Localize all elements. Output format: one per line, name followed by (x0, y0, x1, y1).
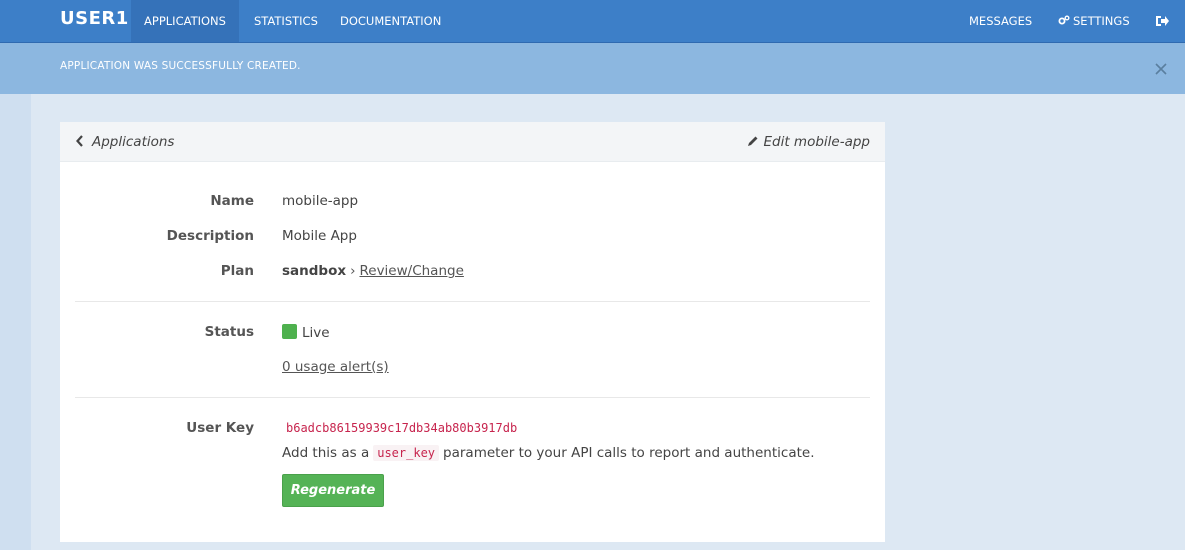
usage-alerts-link[interactable]: 0 usage alert(s) (282, 359, 389, 375)
regenerate-button[interactable]: Regenerate (282, 474, 384, 507)
nav-item-statistics[interactable]: Statistics (254, 0, 318, 42)
pencil-icon (748, 136, 758, 146)
plan-value-row: sandbox › Review/Change (282, 263, 464, 279)
name-label: Name (210, 193, 254, 209)
live-status-indicator (282, 324, 297, 339)
user-key-label: User Key (186, 420, 254, 436)
close-icon[interactable] (1153, 61, 1169, 77)
success-alert: Application was successfully created. (0, 43, 1185, 94)
nav-item-applications[interactable]: Applications (131, 0, 239, 42)
description-value: Mobile App (282, 228, 357, 244)
nav-item-settings[interactable]: Settings (1058, 0, 1130, 42)
gears-icon (1058, 15, 1070, 25)
description-label: Description (166, 228, 254, 244)
chevron-left-icon (76, 135, 83, 147)
plan-label: Plan (220, 263, 254, 279)
brand-logo[interactable]: USER1 (60, 8, 129, 29)
back-to-applications-link[interactable]: Applications (76, 134, 174, 150)
alert-message: Application was successfully created. (60, 60, 301, 72)
help-suffix: parameter to your API calls to report an… (443, 445, 815, 461)
status-text: Live (302, 325, 330, 341)
top-navbar: USER1 Applications Statistics Documentat… (0, 0, 1185, 43)
application-card: Applications Edit mobile-app Name mobile… (60, 122, 885, 542)
nav-item-documentation[interactable]: Documentation (340, 0, 441, 42)
logout-icon[interactable] (1154, 13, 1170, 29)
plan-name: sandbox (282, 263, 347, 279)
edit-application-link[interactable]: Edit mobile-app (747, 134, 870, 150)
review-change-link[interactable]: Review/Change (359, 263, 463, 279)
settings-label: Settings (1073, 14, 1130, 28)
name-value: mobile-app (282, 193, 359, 209)
help-prefix: Add this as a (282, 445, 370, 461)
help-code: user_key (373, 445, 440, 461)
user-key-value: b6adcb86159939c17db34ab80b3917db (286, 421, 518, 435)
back-link-label: Applications (92, 134, 175, 150)
status-value: Live (282, 324, 330, 341)
card-header: Applications Edit mobile-app (60, 122, 885, 162)
divider (75, 397, 870, 398)
plan-separator: › (350, 263, 356, 279)
edit-link-label: Edit mobile-app (763, 134, 870, 150)
nav-item-messages[interactable]: Messages (969, 0, 1032, 42)
divider (75, 301, 870, 302)
page-side-strip (0, 94, 31, 550)
user-key-help-text: Add this as a user_key parameter to your A… (282, 445, 814, 461)
status-label: Status (204, 324, 254, 340)
usage-alerts-row: 0 usage alert(s) (282, 359, 389, 375)
